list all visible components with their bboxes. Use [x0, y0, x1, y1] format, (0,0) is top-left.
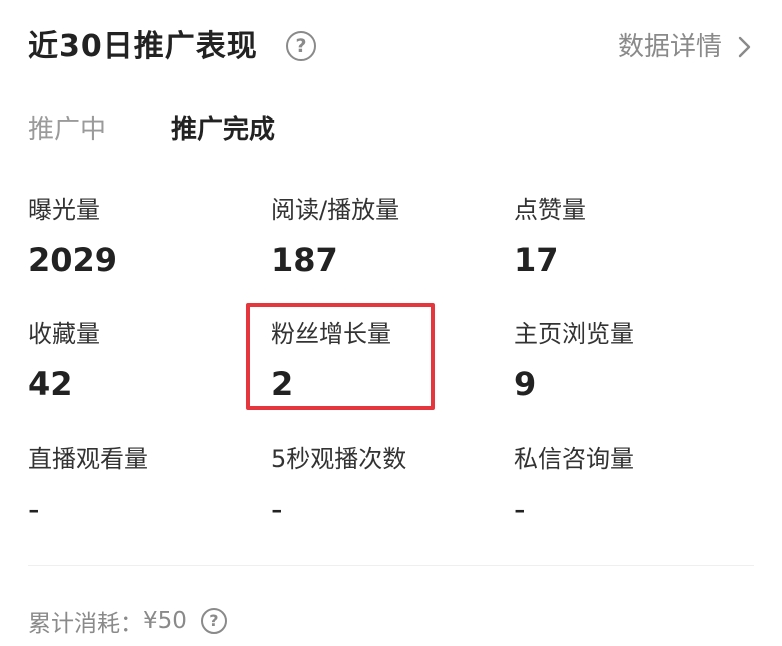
- metric-value: -: [271, 490, 283, 528]
- metric-value: 187: [271, 241, 338, 279]
- question-circle-icon[interactable]: ?: [200, 608, 227, 634]
- cost-summary: 累计消耗： ¥50 ?: [28, 603, 227, 639]
- divider: [28, 565, 754, 566]
- header: 近30日推广表现 ? 数据详情: [28, 24, 754, 70]
- metric-dm-inquiries: 私信咨询量 -: [514, 443, 744, 531]
- metric-impressions: 曝光量 2029: [28, 194, 258, 282]
- metric-label: 点赞量: [514, 196, 586, 224]
- cost-value: ¥50: [143, 608, 187, 634]
- metric-value: -: [514, 490, 526, 528]
- highlight-box: [246, 303, 435, 410]
- data-detail-link[interactable]: 数据详情: [618, 24, 754, 70]
- data-detail-label: 数据详情: [617, 32, 722, 62]
- chevron-right-icon: [738, 36, 751, 58]
- tab-promotion-complete[interactable]: 推广完成: [171, 110, 275, 150]
- metric-5s-views: 5秒观播次数 -: [271, 443, 501, 531]
- metric-value: 9: [514, 365, 537, 403]
- metric-profile-views: 主页浏览量 9: [514, 318, 744, 406]
- page-title: 近30日推广表现: [28, 29, 258, 64]
- cost-label: 累计消耗：: [28, 611, 143, 637]
- metric-value: 17: [514, 241, 559, 279]
- metric-reads-plays: 阅读/播放量 187: [271, 194, 501, 282]
- metric-label: 主页浏览量: [514, 320, 634, 348]
- metric-value: -: [28, 490, 40, 528]
- metric-label: 5秒观播次数: [271, 445, 407, 473]
- metric-favorites: 收藏量 42: [28, 318, 258, 406]
- metric-live-views: 直播观看量 -: [28, 443, 258, 531]
- metric-likes: 点赞量 17: [514, 194, 744, 282]
- metric-label: 曝光量: [28, 196, 100, 224]
- metric-label: 直播观看量: [28, 445, 148, 473]
- metric-label: 阅读/播放量: [271, 196, 400, 224]
- metric-value: 42: [28, 365, 73, 403]
- question-circle-icon[interactable]: ?: [286, 31, 316, 61]
- tab-promoting[interactable]: 推广中: [28, 110, 106, 150]
- metric-label: 收藏量: [28, 320, 100, 348]
- metric-value: 2029: [28, 241, 118, 279]
- metric-label: 私信咨询量: [514, 445, 634, 473]
